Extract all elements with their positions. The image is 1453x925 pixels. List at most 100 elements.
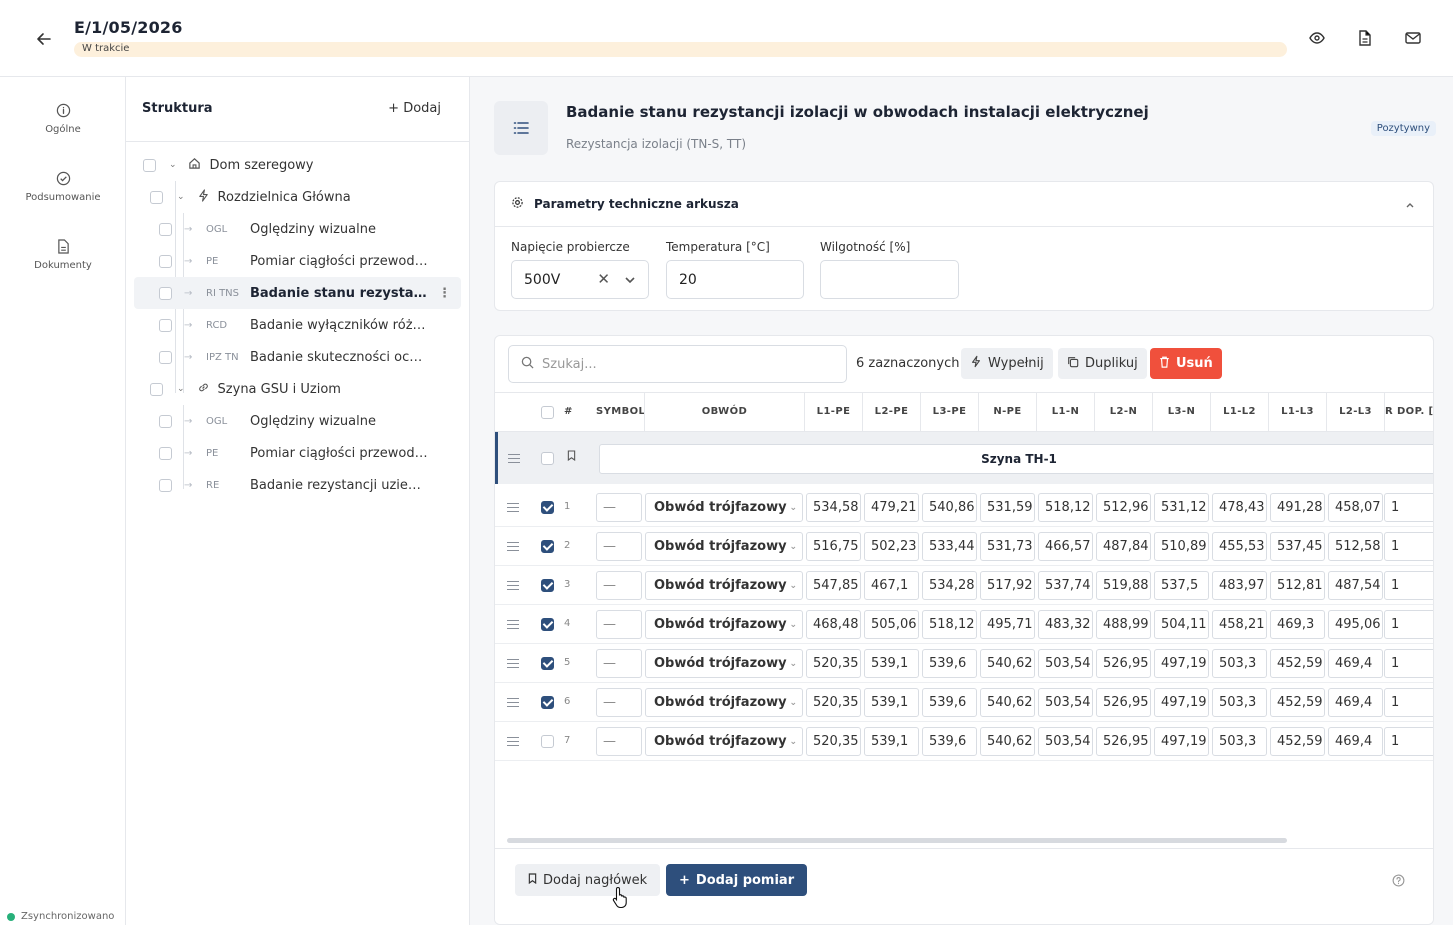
more-vertical-icon[interactable]: ⋮ — [438, 286, 451, 301]
measurement-cell[interactable]: 469,4 — [1328, 649, 1383, 678]
add-measurement-button[interactable]: + Dodaj pomiar — [666, 864, 808, 896]
file-icon[interactable] — [1356, 29, 1374, 47]
circuit-select[interactable]: Obwód trójfazowy ⌄ — [645, 571, 803, 600]
row-checkbox[interactable] — [541, 540, 554, 553]
column-header[interactable]: N-PE — [979, 406, 1036, 417]
measurement-cell[interactable]: 526,95 — [1096, 727, 1151, 756]
measurement-cell[interactable]: 452,59 — [1270, 688, 1325, 717]
chevron-down-icon[interactable]: ⌄ — [789, 620, 797, 630]
tree-checkbox[interactable] — [159, 318, 172, 332]
column-header[interactable]: L2-PE — [863, 406, 920, 417]
clear-icon[interactable]: ✕ — [597, 270, 610, 288]
chevron-down-icon[interactable]: ⌄ — [789, 503, 797, 513]
fill-button[interactable]: Wypełnij — [961, 348, 1053, 379]
column-header[interactable]: L2-N — [1095, 406, 1152, 417]
tree-checkbox[interactable] — [159, 414, 172, 428]
measurement-cell[interactable]: 483,32 — [1038, 610, 1093, 639]
measurement-cell[interactable]: 539,6 — [922, 649, 977, 678]
column-header[interactable]: L1-L3 — [1269, 406, 1326, 417]
tree-node-szyna[interactable]: ⌄ Szyna GSU i Uziom — [126, 373, 470, 405]
chevron-up-icon[interactable] — [1405, 198, 1415, 213]
measurement-cell[interactable]: 503,54 — [1038, 727, 1093, 756]
measurement-cell[interactable]: 503,3 — [1212, 649, 1267, 678]
measurement-cell[interactable]: 469,3 — [1270, 610, 1325, 639]
tree-node-leaf[interactable]: → OGL Oględziny wizualne — [126, 213, 470, 245]
tree-checkbox[interactable] — [159, 478, 172, 492]
horizontal-scrollbar[interactable] — [507, 838, 1287, 843]
measurement-cell[interactable]: 510,89 — [1154, 532, 1209, 561]
column-header[interactable]: L3-N — [1153, 406, 1210, 417]
row-checkbox[interactable] — [541, 735, 554, 748]
measurement-cell[interactable]: 531,59 — [980, 493, 1035, 522]
mail-icon[interactable] — [1404, 29, 1422, 47]
params-header[interactable]: Parametry techniczne arkusza — [495, 182, 1433, 227]
tree-checkbox[interactable] — [150, 382, 163, 396]
measurement-cell[interactable]: 458,07 — [1328, 493, 1383, 522]
measurement-cell[interactable]: 534,58 — [806, 493, 861, 522]
symbol-cell[interactable]: — — [596, 727, 642, 756]
symbol-cell[interactable]: — — [596, 610, 642, 639]
row-checkbox[interactable] — [541, 452, 554, 465]
chevron-down-icon[interactable]: ⌄ — [789, 581, 797, 591]
nav-item-ogolne[interactable]: Ogólne — [0, 103, 126, 135]
row-checkbox[interactable] — [541, 696, 554, 709]
group-header-cell[interactable]: Szyna TH-1 — [599, 444, 1433, 474]
drag-handle-icon[interactable] — [507, 503, 519, 512]
search-input[interactable]: Szukaj... — [508, 345, 847, 383]
chevron-down-icon[interactable]: ⌄ — [169, 160, 177, 170]
measurement-cell[interactable]: 497,19 — [1154, 688, 1209, 717]
measurement-cell[interactable]: 526,95 — [1096, 688, 1151, 717]
symbol-cell[interactable]: — — [596, 649, 642, 678]
rdop-cell[interactable]: 1 — [1384, 649, 1433, 678]
tree-checkbox[interactable] — [159, 254, 172, 268]
measurement-cell[interactable]: 539,1 — [864, 688, 919, 717]
measurement-cell[interactable]: 503,3 — [1212, 727, 1267, 756]
measurement-cell[interactable]: 540,62 — [980, 688, 1035, 717]
measurement-cell[interactable]: 505,06 — [864, 610, 919, 639]
column-header[interactable]: OBWÓD — [645, 406, 804, 417]
voltage-select[interactable]: 500V ✕ — [511, 260, 649, 299]
measurement-cell[interactable]: 488,99 — [1096, 610, 1151, 639]
measurement-cell[interactable]: 467,1 — [864, 571, 919, 600]
measurement-cell[interactable]: 539,6 — [922, 688, 977, 717]
measurement-cell[interactable]: 468,48 — [806, 610, 861, 639]
column-header[interactable]: L1-N — [1037, 406, 1094, 417]
tree-node-leaf[interactable]: → RCD Badanie wyłączników różnic... — [126, 309, 470, 341]
measurement-cell[interactable]: 539,6 — [922, 727, 977, 756]
tree-node-leaf[interactable]: → IPZ TN Badanie skuteczności ochr... — [126, 341, 470, 373]
chevron-down-icon[interactable]: ⌄ — [789, 698, 797, 708]
tree-checkbox[interactable] — [159, 446, 172, 460]
drag-handle-icon[interactable] — [507, 620, 519, 629]
duplicate-button[interactable]: Duplikuj — [1058, 348, 1147, 379]
circuit-select[interactable]: Obwód trójfazowy ⌄ — [645, 649, 803, 678]
measurement-cell[interactable]: 497,19 — [1154, 649, 1209, 678]
rdop-cell[interactable]: 1 — [1384, 727, 1433, 756]
tree-checkbox[interactable] — [159, 286, 172, 300]
measurement-cell[interactable]: 452,59 — [1270, 727, 1325, 756]
measurement-cell[interactable]: 503,54 — [1038, 649, 1093, 678]
drag-handle-icon[interactable] — [507, 542, 519, 551]
measurement-cell[interactable]: 479,21 — [864, 493, 919, 522]
temperature-input[interactable]: 20 — [666, 260, 804, 299]
measurement-cell[interactable]: 539,1 — [864, 727, 919, 756]
tree-node-leaf[interactable]: → PE Pomiar ciągłości przewodó... — [126, 437, 470, 469]
humidity-input[interactable] — [820, 260, 959, 299]
measurement-cell[interactable]: 452,59 — [1270, 649, 1325, 678]
circuit-select[interactable]: Obwód trójfazowy ⌄ — [645, 688, 803, 717]
rdop-cell[interactable]: 1 — [1384, 610, 1433, 639]
chevron-down-icon[interactable] — [624, 272, 636, 288]
column-header[interactable]: L2-L3 — [1327, 406, 1384, 417]
measurement-cell[interactable]: 495,71 — [980, 610, 1035, 639]
nav-item-podsumowanie[interactable]: Podsumowanie — [0, 171, 126, 203]
rdop-cell[interactable]: 1 — [1384, 571, 1433, 600]
measurement-cell[interactable]: 517,92 — [980, 571, 1035, 600]
measurement-cell[interactable]: 487,84 — [1096, 532, 1151, 561]
measurement-cell[interactable]: 519,88 — [1096, 571, 1151, 600]
chevron-down-icon[interactable]: ⌄ — [177, 384, 185, 394]
symbol-cell[interactable]: — — [596, 571, 642, 600]
add-header-button[interactable]: Dodaj nagłówek — [515, 864, 661, 896]
tree-node-leaf[interactable]: → RE Badanie rezystancji uziemie... — [126, 469, 470, 501]
drag-handle-icon[interactable] — [507, 659, 519, 668]
tree-node-leaf[interactable]: → PE Pomiar ciągłości przewodó... — [126, 245, 470, 277]
chevron-down-icon[interactable]: ⌄ — [789, 542, 797, 552]
